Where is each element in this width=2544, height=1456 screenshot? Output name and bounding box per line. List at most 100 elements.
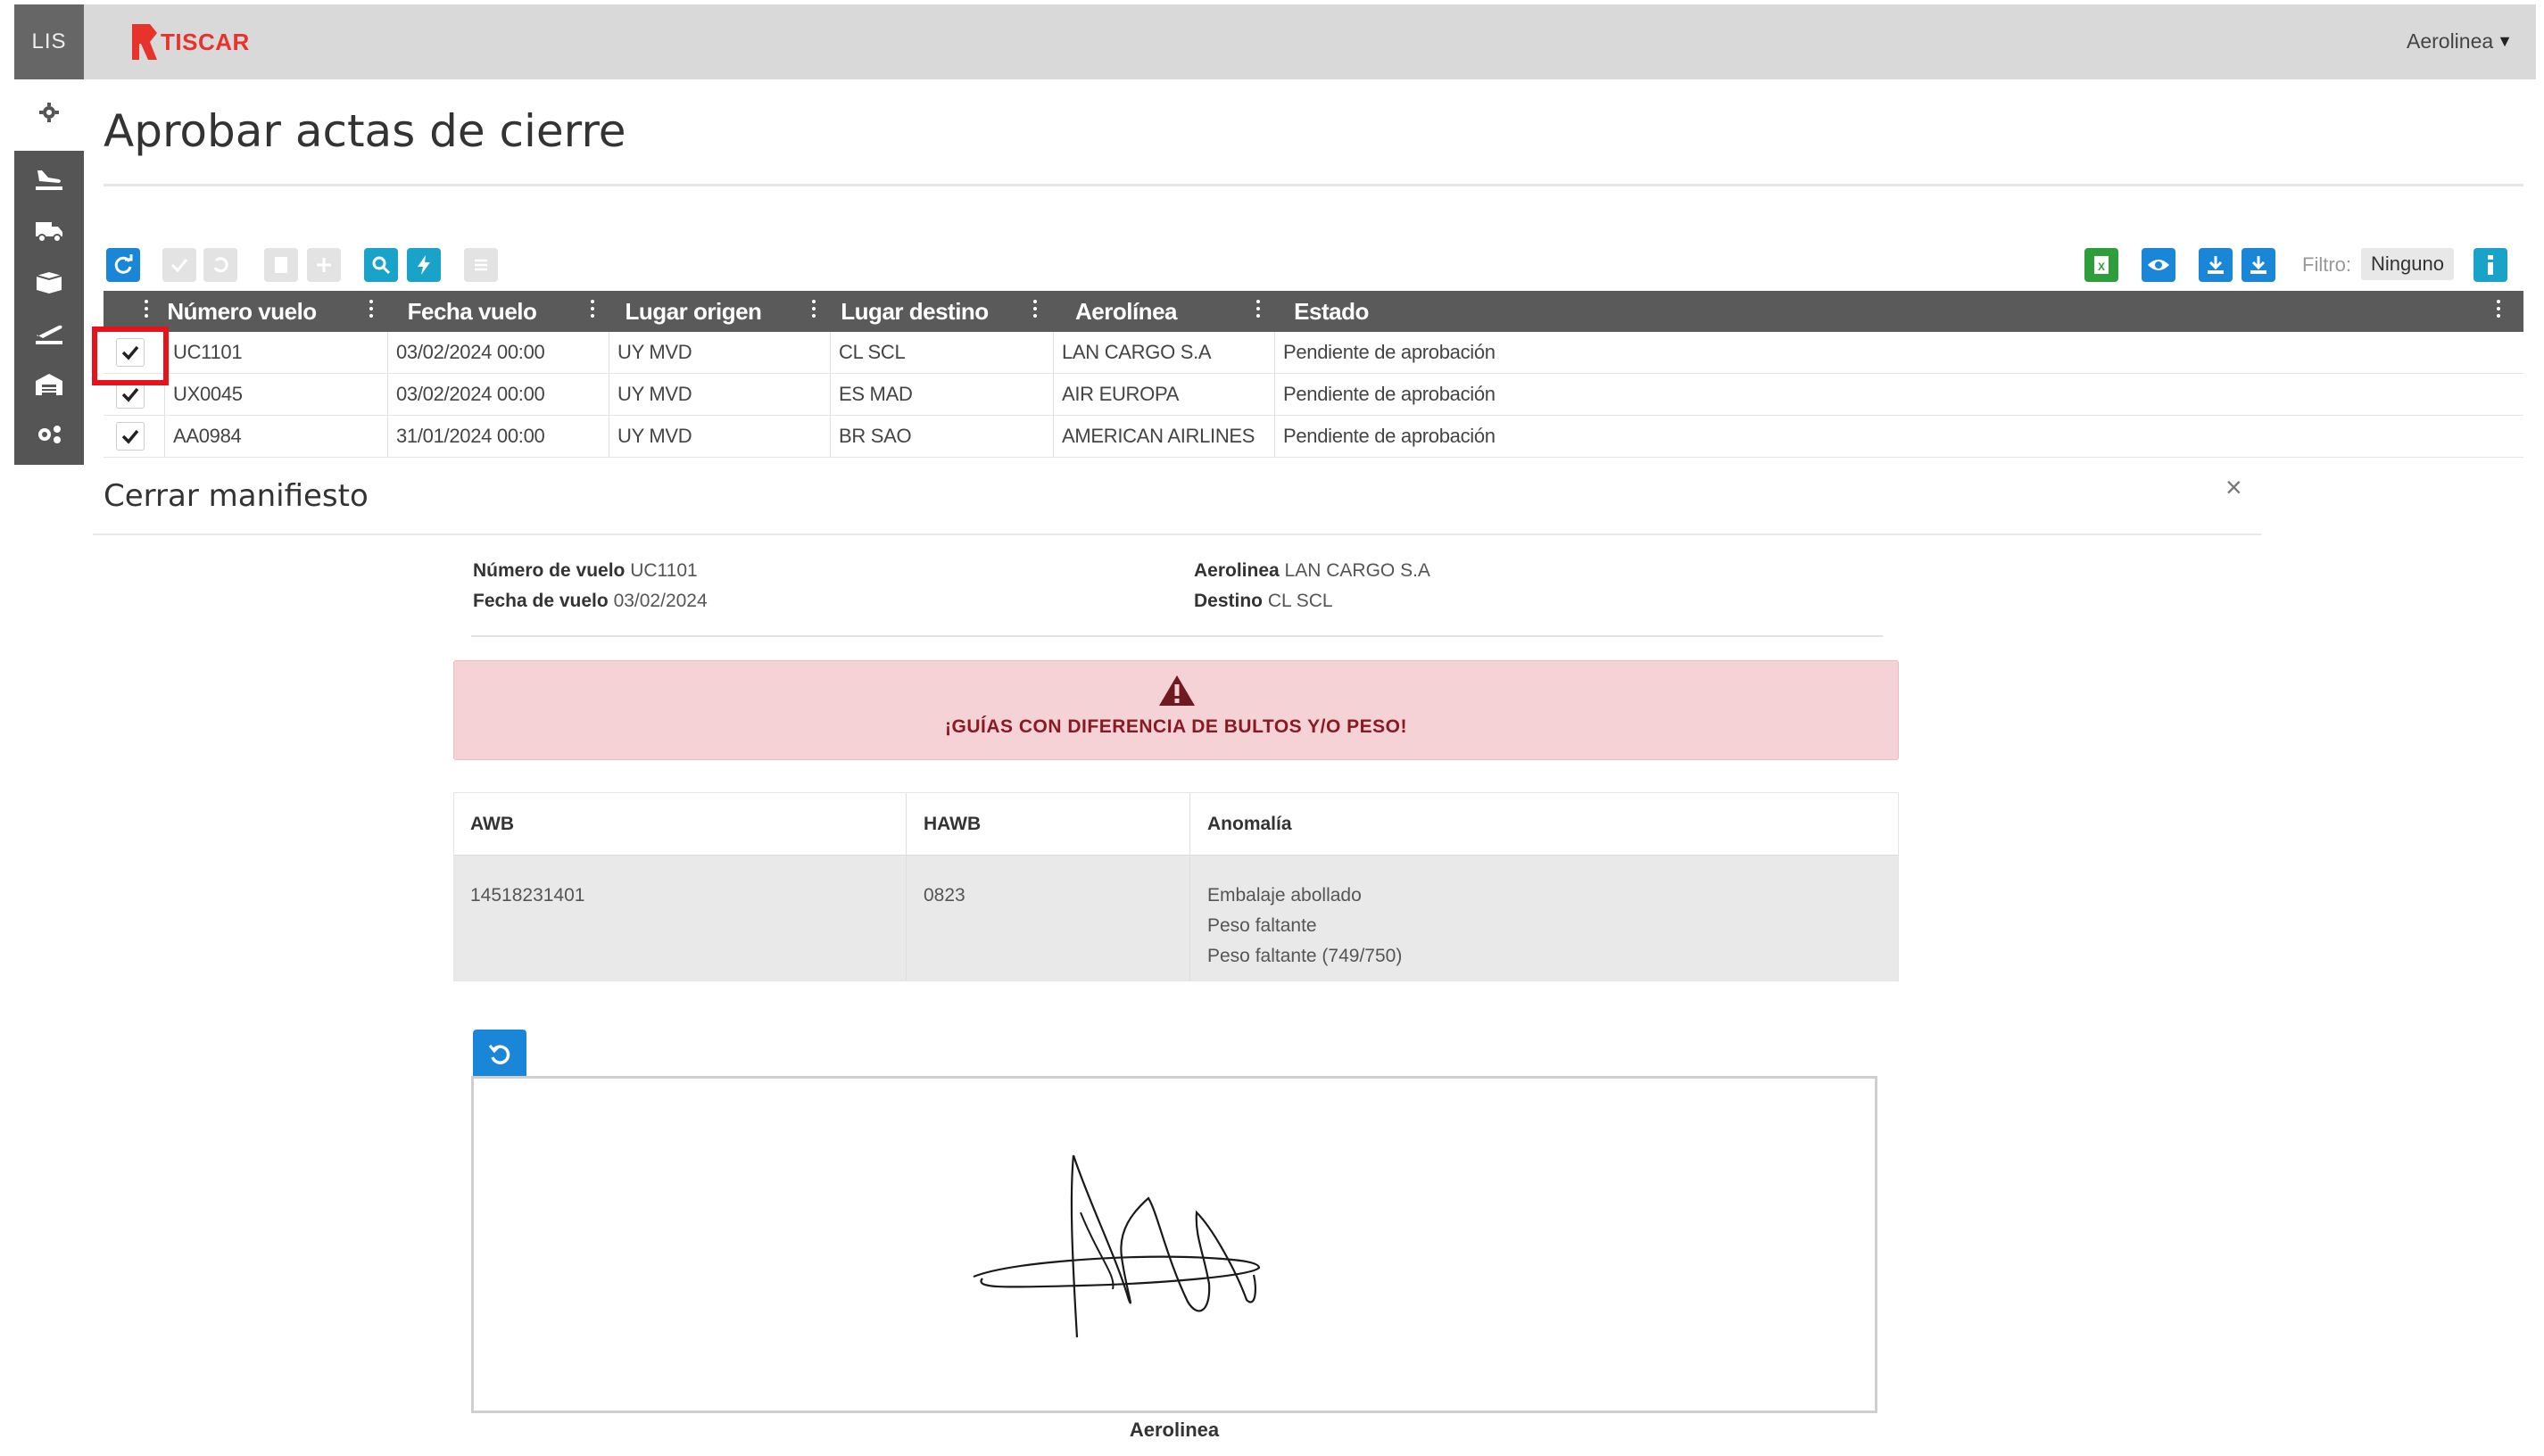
add-button[interactable] (307, 248, 341, 282)
cell-estado: Pendiente de aprobación (1283, 425, 1496, 447)
column-menu-icon[interactable] (1033, 300, 1037, 323)
column-header-fecha-vuelo[interactable]: Fecha vuelo (387, 291, 557, 332)
refresh-button[interactable] (106, 248, 140, 282)
signature-drawing (973, 1154, 1261, 1338)
download-all-button[interactable] (2242, 248, 2275, 282)
undo-icon (488, 1045, 510, 1064)
airline-label: Aerolinea (1194, 560, 1280, 581)
cell-lugar-destino: BR SAO (839, 425, 912, 447)
cell-lugar-destino: CL SCL (839, 341, 906, 363)
warning-text: ¡GUÍAS CON DIFERENCIA DE BULTOS Y/O PESO… (945, 716, 1407, 737)
info-divider (471, 635, 1883, 637)
sidebar-item-transport[interactable] (14, 206, 84, 256)
warning-alert: ¡GUÍAS CON DIFERENCIA DE BULTOS Y/O PESO… (453, 660, 1899, 760)
svg-text:X: X (2098, 261, 2105, 273)
settings-icon (38, 426, 61, 443)
cell-hawb: 0823 (924, 885, 965, 906)
row-checkbox[interactable] (116, 422, 145, 451)
signature-label: Aerolinea (1129, 1419, 1220, 1441)
column-menu-icon[interactable] (591, 300, 594, 323)
column-header-anomalia: Anomalía (1207, 814, 1292, 834)
table-row[interactable]: AA0984 31/01/2024 00:00 UY MVD BR SAO AM… (104, 416, 2523, 458)
title-divider (104, 184, 2523, 186)
column-header-estado[interactable]: Estado (1278, 291, 1385, 332)
sidebar-item-settings[interactable] (14, 79, 84, 145)
download-button[interactable] (2199, 248, 2233, 282)
filter-label: Filtro: (2302, 253, 2351, 276)
cell-numero-vuelo: AA0984 (173, 425, 242, 447)
clear-signature-button[interactable] (473, 1030, 526, 1080)
check-icon (121, 387, 139, 402)
search-button[interactable] (364, 248, 398, 282)
cell-estado: Pendiente de aprobación (1283, 341, 1496, 363)
refresh-icon (114, 254, 133, 274)
user-menu[interactable]: Aerolinea ▼ (2407, 29, 2513, 54)
column-header-lugar-destino[interactable]: Lugar destino (830, 291, 999, 332)
cell-anomalias: Embalaje abollado Peso faltante Peso fal… (1191, 881, 1402, 972)
tiscar-logo[interactable]: TISCAR (130, 22, 250, 62)
airline-info: Aerolinea LAN CARGO S.A (1194, 560, 1430, 582)
document-button[interactable] (264, 248, 298, 282)
sidebar-item-warehouse[interactable] (14, 360, 84, 410)
anomalies-table: AWB HAWB Anomalía 14518231401 0823 Embal… (453, 792, 1899, 981)
signature-pad[interactable] (471, 1076, 1877, 1413)
quick-action-button[interactable] (407, 248, 441, 282)
view-button[interactable] (2142, 248, 2175, 282)
sidebar-item-arrivals[interactable] (14, 154, 84, 204)
anomalies-header: AWB HAWB Anomalía (454, 793, 1898, 856)
warehouse-icon (36, 374, 62, 395)
table-row[interactable]: UX0045 03/02/2024 00:00 UY MVD ES MAD AI… (104, 374, 2523, 416)
airline-value: LAN CARGO S.A (1284, 560, 1430, 581)
table-row[interactable]: UC1101 03/02/2024 00:00 UY MVD CL SCL LA… (104, 332, 2523, 374)
plus-icon (317, 258, 331, 272)
sidebar-item-departures[interactable] (14, 308, 84, 358)
destination-value: CL SCL (1267, 591, 1333, 611)
cell-lugar-destino: ES MAD (839, 383, 913, 405)
export-excel-button[interactable]: X (2084, 248, 2118, 282)
eye-icon (2148, 260, 2169, 270)
approve-button[interactable] (162, 248, 196, 282)
column-header-lugar-origen[interactable]: Lugar origen (609, 291, 778, 332)
cell-aerolinea: AMERICAN AIRLINES (1062, 425, 1255, 447)
cell-numero-vuelo: UX0045 (173, 383, 243, 405)
sidebar-item-packages[interactable] (14, 258, 84, 308)
user-menu-label: Aerolinea (2406, 29, 2494, 53)
column-menu-icon[interactable] (2497, 300, 2500, 323)
column-header-awb: AWB (470, 814, 514, 834)
logo-text: TISCAR (161, 28, 250, 55)
list-button[interactable] (464, 248, 498, 282)
destination-info: Destino CL SCL (1194, 591, 1333, 612)
column-header-aerolinea[interactable]: Aerolínea (1055, 291, 1197, 332)
cell-aerolinea: LAN CARGO S.A (1062, 341, 1212, 363)
list-icon (475, 259, 487, 271)
undo-icon (213, 257, 228, 273)
filter-select[interactable]: Ninguno (2361, 248, 2454, 280)
truck-icon (36, 222, 62, 243)
app-short-name[interactable]: LIS (14, 4, 84, 79)
anomaly-item: Embalaje abollado (1207, 885, 1362, 906)
column-menu-icon[interactable] (369, 300, 373, 323)
undo-approval-button[interactable] (203, 248, 237, 282)
sidebar-item-configuration[interactable] (14, 410, 84, 459)
cell-awb: 14518231401 (470, 885, 585, 906)
caret-down-icon: ▼ (2497, 32, 2513, 50)
box-icon (36, 272, 62, 294)
column-menu-icon[interactable] (812, 300, 816, 323)
close-button[interactable]: × (2225, 471, 2242, 504)
destination-label: Destino (1194, 591, 1264, 611)
flight-number-value: UC1101 (630, 560, 698, 581)
cell-aerolinea: AIR EUROPA (1062, 383, 1180, 405)
modal-title: Cerrar manifiesto (104, 478, 369, 514)
anomaly-item: Peso faltante (749/750) (1207, 946, 1403, 966)
flight-date-label: Fecha de vuelo (473, 591, 609, 611)
column-header-numero-vuelo[interactable]: Número vuelo (166, 291, 318, 332)
table-row: 14518231401 0823 Embalaje abollado Peso … (454, 856, 1898, 980)
logo-mark-icon (130, 22, 159, 62)
check-icon (170, 259, 188, 273)
column-menu-icon[interactable] (1256, 300, 1260, 323)
info-icon (2488, 255, 2493, 275)
search-icon (372, 256, 391, 275)
column-menu-icon[interactable] (145, 300, 148, 323)
cell-fecha-vuelo: 31/01/2024 00:00 (396, 425, 545, 447)
info-button[interactable] (2474, 248, 2507, 282)
